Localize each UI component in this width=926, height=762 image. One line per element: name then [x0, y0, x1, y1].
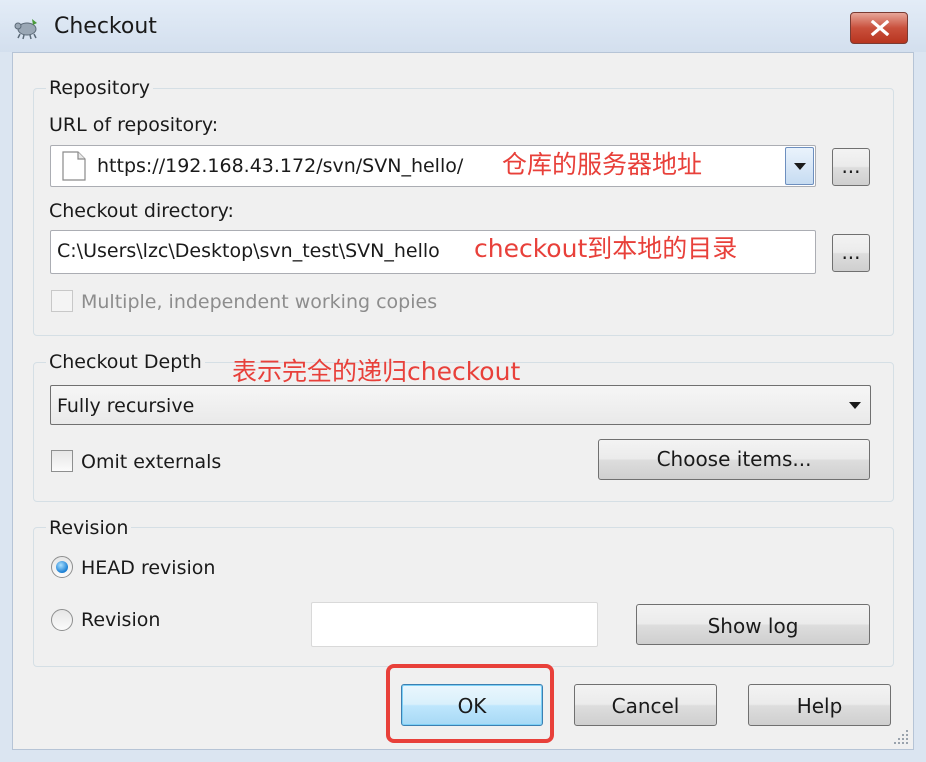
omit-externals-label: Omit externals: [81, 451, 222, 473]
url-browse-button[interactable]: ...: [832, 148, 870, 186]
revision-label: Revision: [81, 609, 161, 631]
radio-selected-dot: [56, 561, 68, 573]
chevron-down-icon: [794, 163, 806, 170]
show-log-button[interactable]: Show log: [636, 604, 870, 645]
url-annotation: 仓库的服务器地址: [502, 150, 703, 179]
head-revision-label: HEAD revision: [81, 557, 216, 579]
checkout-dialog: Checkout Repository URL of repository: h…: [0, 0, 926, 762]
url-browse-label: ...: [841, 154, 861, 178]
chevron-down-icon: [849, 402, 861, 409]
cancel-button[interactable]: Cancel: [574, 684, 717, 726]
choose-items-label: Choose items...: [656, 447, 812, 471]
url-label: URL of repository:: [49, 114, 219, 136]
head-revision-radio[interactable]: [51, 556, 73, 578]
window-title: Checkout: [54, 14, 157, 39]
close-button[interactable]: [850, 12, 908, 44]
directory-annotation: checkout到本地的目录: [474, 234, 738, 263]
ok-highlight-box: [386, 664, 554, 743]
checkout-depth-value: Fully recursive: [57, 395, 195, 417]
checkout-directory-value: C:\Users\lzc\Desktop\svn_test\SVN_hello: [57, 240, 440, 262]
revision-group-label: Revision: [46, 517, 132, 539]
multiple-working-copies-label: Multiple, independent working copies: [81, 291, 438, 313]
close-icon: [870, 20, 890, 36]
document-icon: [62, 151, 86, 181]
resize-grip-icon[interactable]: [892, 728, 910, 746]
multiple-working-copies-checkbox[interactable]: [51, 290, 73, 312]
directory-browse-button[interactable]: ...: [832, 234, 870, 272]
omit-externals-checkbox[interactable]: [51, 450, 73, 472]
directory-browse-label: ...: [841, 240, 861, 264]
revision-radio[interactable]: [51, 609, 73, 631]
checkout-depth-select[interactable]: Fully recursive: [50, 385, 871, 425]
repository-group-label: Repository: [46, 77, 154, 99]
cancel-label: Cancel: [611, 694, 680, 718]
help-label: Help: [796, 694, 843, 718]
choose-items-button[interactable]: Choose items...: [598, 439, 870, 480]
url-dropdown-button[interactable]: [785, 147, 814, 185]
url-value: https://192.168.43.172/svn/SVN_hello/: [97, 155, 464, 177]
show-log-label: Show log: [707, 614, 799, 638]
help-button[interactable]: Help: [748, 684, 891, 726]
depth-annotation: 表示完全的递归checkout: [232, 357, 521, 386]
tortoisesvn-icon: [14, 19, 37, 40]
checkout-directory-label: Checkout directory:: [49, 200, 234, 222]
revision-number-input[interactable]: [311, 602, 598, 647]
checkout-depth-group-label: Checkout Depth: [46, 351, 205, 373]
title-bar[interactable]: Checkout: [0, 0, 926, 52]
